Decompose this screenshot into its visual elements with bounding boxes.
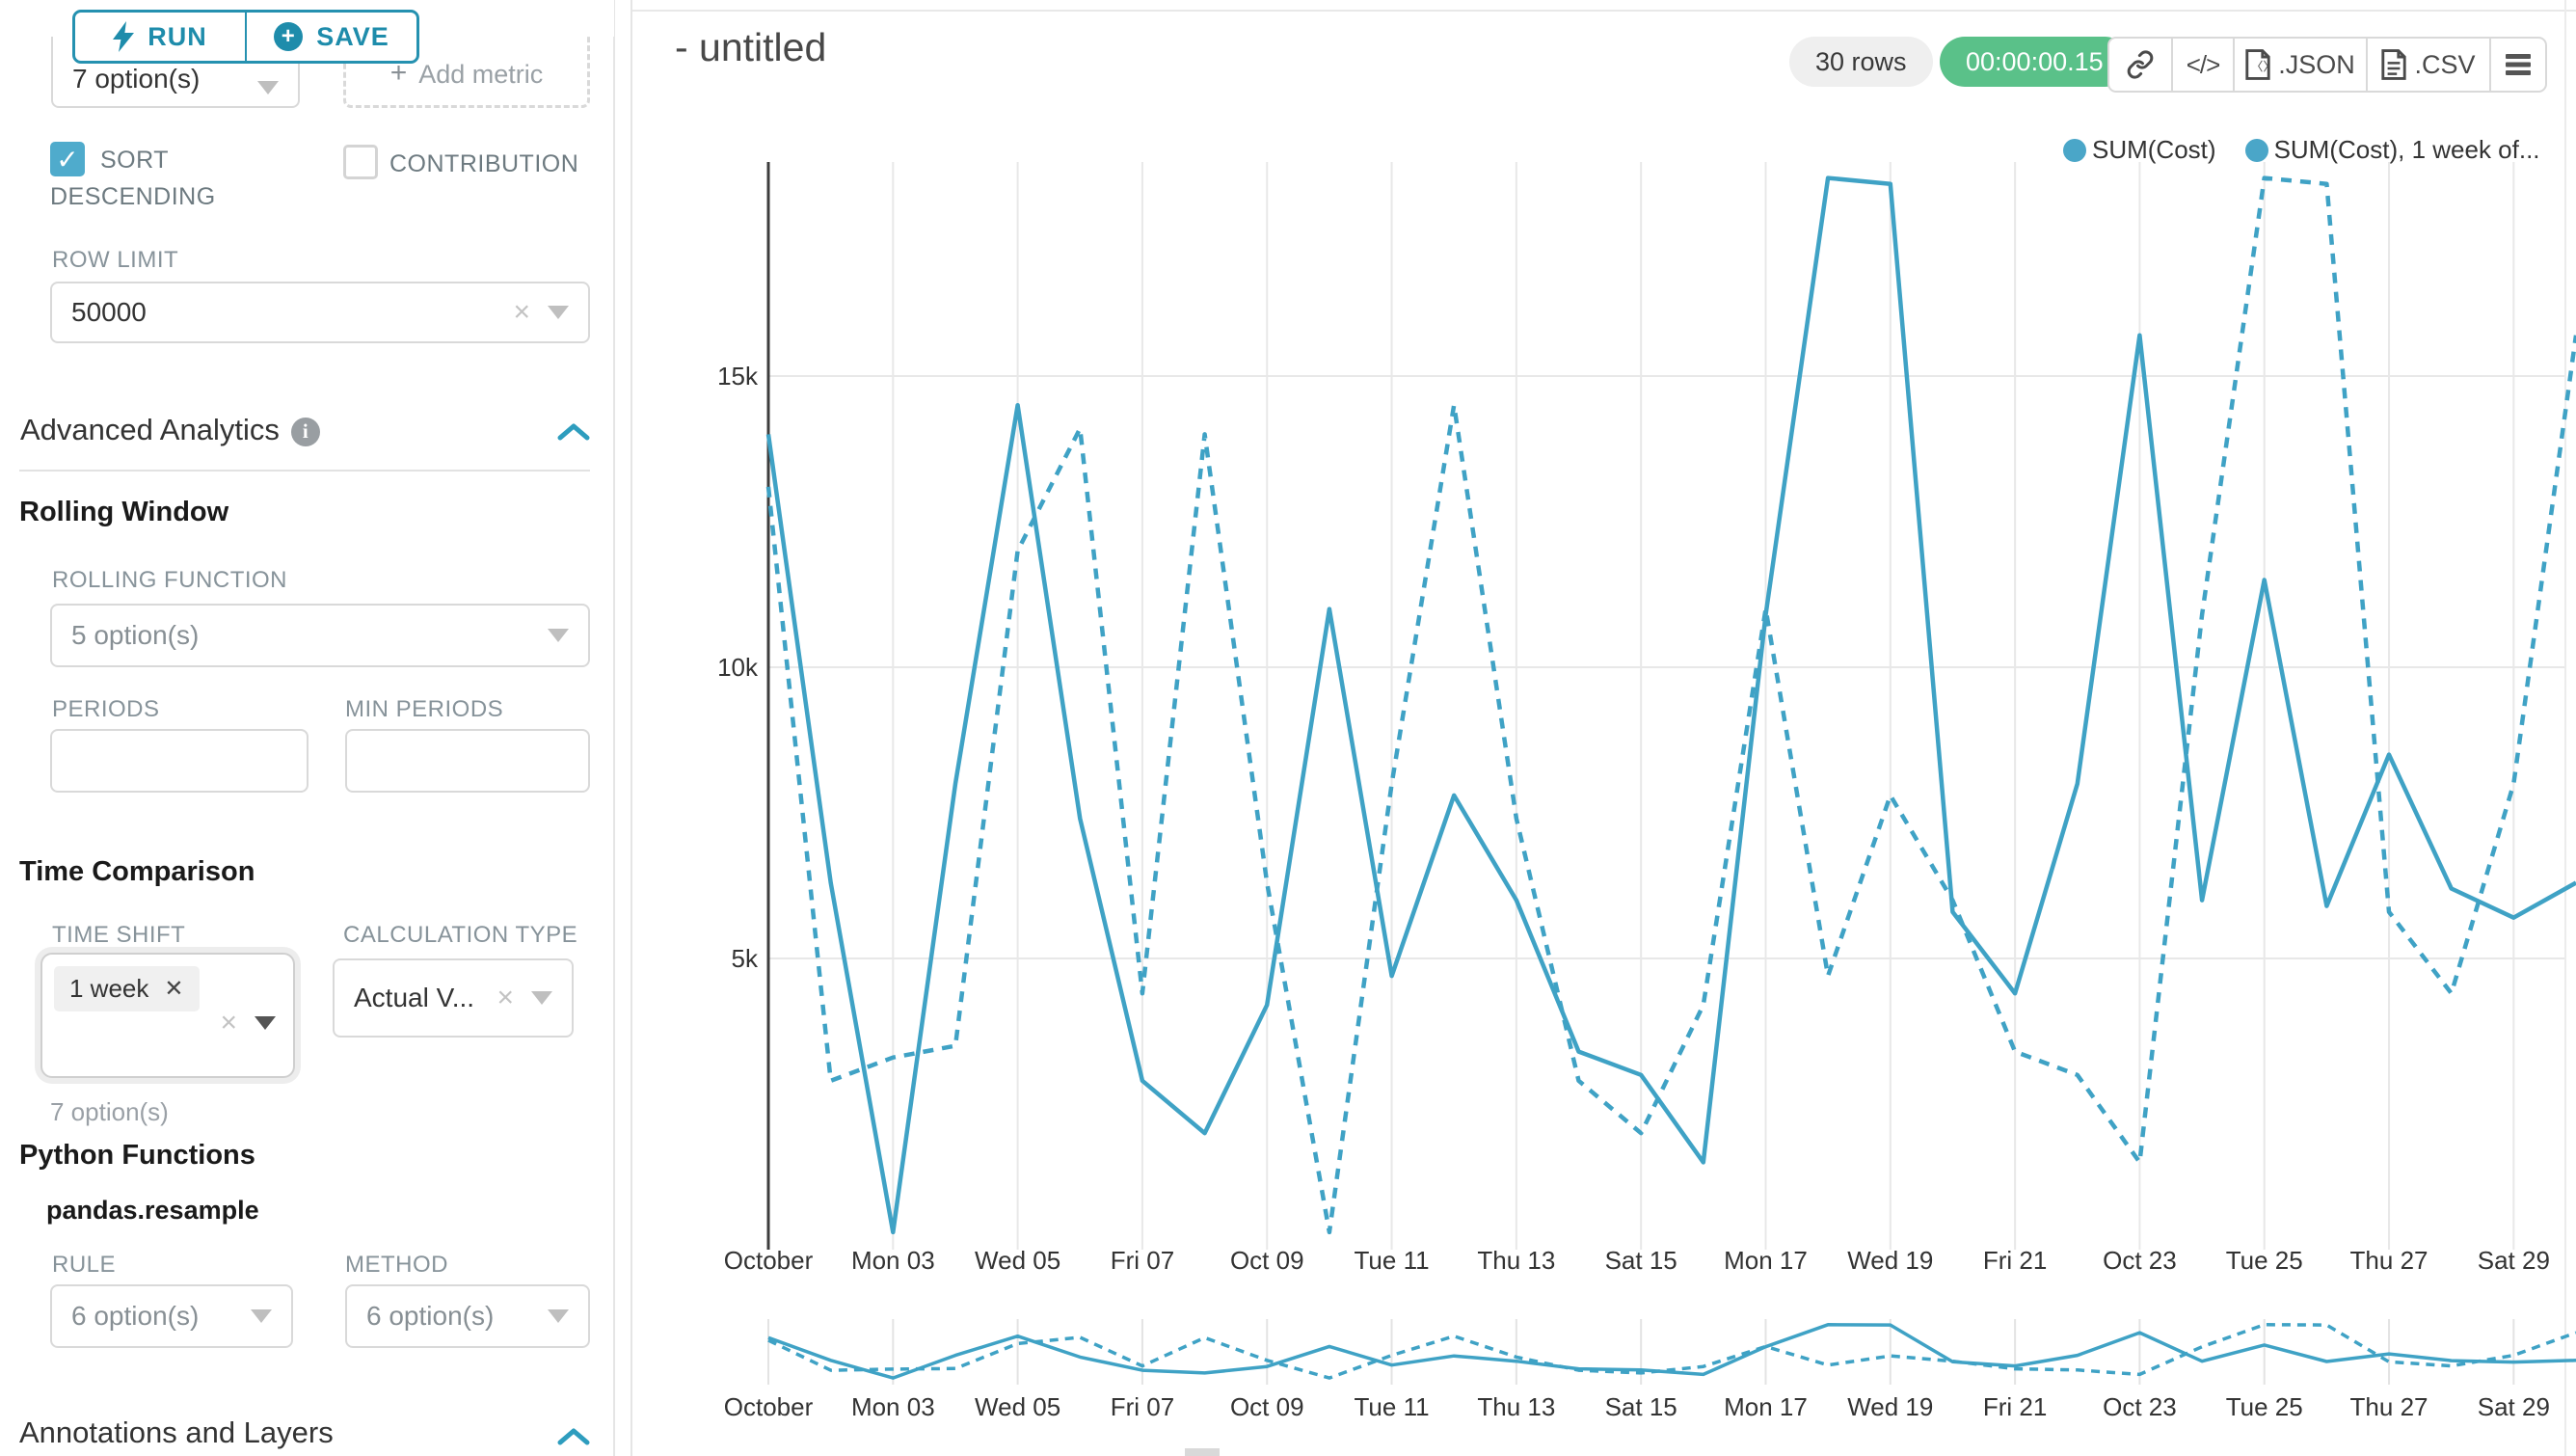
preview-x-label: October — [724, 1392, 814, 1421]
x-axis-label: Oct 09 — [1230, 1246, 1304, 1275]
preview-x-label: Mon 17 — [1724, 1392, 1808, 1421]
series-dashed — [768, 178, 2576, 1232]
y-axis-label: 5k — [732, 944, 759, 973]
preview-x-label: Sat 15 — [1605, 1392, 1677, 1421]
run-button-label: RUN — [148, 22, 207, 52]
plus-circle-icon: + — [274, 22, 303, 51]
preview-x-label: Oct 09 — [1230, 1392, 1304, 1421]
lightning-icon — [113, 21, 134, 52]
x-axis-label: October — [724, 1246, 814, 1275]
chevron-down-icon — [257, 81, 279, 94]
x-axis-label: Sat 15 — [1605, 1246, 1677, 1275]
run-save-button-group: RUN + SAVE — [72, 10, 419, 64]
run-button[interactable]: RUN — [75, 13, 245, 61]
preview-x-label: Mon 03 — [851, 1392, 935, 1421]
superset-explore-page: 7 option(s) + Add metric RUN + SAVE ✓ SO… — [0, 0, 2576, 1456]
x-axis-label: Tue 11 — [1355, 1246, 1430, 1275]
x-axis-label: Thu 27 — [2350, 1246, 2428, 1275]
preview-x-label: Tue 25 — [2226, 1392, 2303, 1421]
x-axis-label: Fri 21 — [1983, 1246, 2047, 1275]
preview-x-label: Wed 19 — [1847, 1392, 1933, 1421]
add-metric-label: Add metric — [418, 60, 543, 90]
preview-x-label: Thu 13 — [1477, 1392, 1555, 1421]
preview-x-label: Wed 05 — [975, 1392, 1060, 1421]
preview-x-label: Fri 21 — [1983, 1392, 2047, 1421]
y-axis-label: 10k — [717, 653, 759, 682]
preview-x-label: Sat 29 — [2478, 1392, 2550, 1421]
preview-series-dashed — [768, 1325, 2576, 1378]
preview-x-label: Fri 07 — [1111, 1392, 1174, 1421]
y-axis-label: 15k — [717, 362, 759, 391]
x-axis-label: Sat 29 — [2478, 1246, 2550, 1275]
resize-handle[interactable] — [1185, 1448, 1220, 1456]
preview-x-label: Tue 11 — [1355, 1392, 1430, 1421]
timeseries-line-chart[interactable]: 5k 10k 15k October October Mon 03 Mon 03 Wed 05… — [0, 0, 2576, 1456]
x-axis-label: Mon 17 — [1724, 1246, 1808, 1275]
x-axis-label: Oct 23 — [2103, 1246, 2177, 1275]
x-axis-label: Fri 07 — [1111, 1246, 1174, 1275]
x-axis-label: Tue 25 — [2226, 1246, 2303, 1275]
x-axis-label: Wed 19 — [1847, 1246, 1933, 1275]
x-axis-label: Wed 05 — [975, 1246, 1060, 1275]
preview-x-label: Thu 27 — [2350, 1392, 2428, 1421]
x-axis-label: Mon 03 — [851, 1246, 935, 1275]
series-solid — [768, 178, 2576, 1232]
preview-x-label: Oct 23 — [2103, 1392, 2177, 1421]
x-axis-label: Thu 13 — [1477, 1246, 1555, 1275]
metrics-select-value: 7 option(s) — [72, 64, 257, 94]
save-button[interactable]: + SAVE — [245, 13, 416, 61]
save-button-label: SAVE — [316, 22, 389, 52]
